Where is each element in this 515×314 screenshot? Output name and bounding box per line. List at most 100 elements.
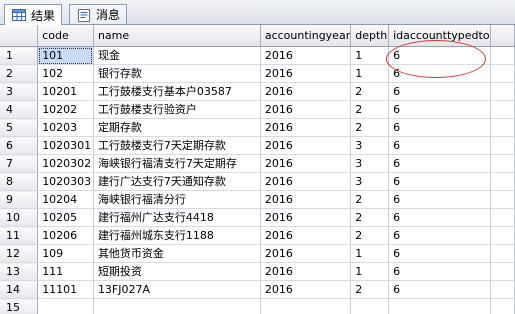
cell-name[interactable]: 13FJ027A (93, 280, 261, 299)
table-row[interactable]: 15 (0, 298, 515, 314)
cell-code[interactable]: 1020301 (37, 136, 94, 155)
cell-idaccounttypedto[interactable] (388, 298, 491, 314)
table-row[interactable]: 1 101 现金 2016 1 6 (0, 46, 515, 65)
table-row[interactable]: 10 10205 建行福州广达支行4418 2016 2 6 (0, 208, 515, 227)
row-number[interactable]: 5 (0, 118, 39, 137)
cell-name[interactable]: 海峡银行福清分行 (93, 190, 261, 209)
row-number[interactable]: 11 (0, 226, 39, 245)
row-number[interactable]: 12 (0, 244, 39, 263)
cell-code[interactable]: 102 (37, 64, 94, 83)
cell-code[interactable]: 109 (37, 244, 94, 263)
table-row[interactable]: 3 10201 工行鼓楼支行基本户03587 2016 2 6 (0, 82, 515, 101)
cell-name[interactable]: 其他货币资金 (93, 244, 261, 263)
cell-name[interactable]: 建行福州城东支行1188 (93, 226, 261, 245)
cell-depth[interactable] (350, 298, 390, 314)
row-number[interactable]: 9 (0, 190, 39, 209)
cell-accountingyear[interactable]: 2016 (260, 100, 352, 119)
corner-cell[interactable] (0, 25, 39, 47)
cell-depth[interactable]: 1 (350, 46, 390, 65)
cell-idaccounttypedto[interactable]: 6 (388, 262, 491, 281)
cell-idaccounttypedto[interactable]: 6 (388, 208, 491, 227)
cell-idaccounttypedto[interactable]: 6 (388, 172, 491, 191)
cell-accountingyear[interactable]: 2016 (260, 136, 352, 155)
cell-name[interactable]: 工行鼓楼支行7天定期存款 (93, 136, 261, 155)
cell-depth[interactable]: 2 (350, 280, 390, 299)
cell-idaccounttypedto[interactable]: 6 (388, 190, 491, 209)
cell-name[interactable]: 工行鼓楼支行基本户03587 (93, 82, 261, 101)
table-row[interactable]: 6 1020301 工行鼓楼支行7天定期存款 2016 3 6 (0, 136, 515, 155)
cell-name[interactable]: 工行鼓楼支行验资户 (93, 100, 261, 119)
cell-depth[interactable]: 2 (350, 118, 390, 137)
cell-name[interactable]: 建行广达支行7天通知存款 (93, 172, 261, 191)
row-number[interactable]: 4 (0, 100, 39, 119)
table-row[interactable]: 11 10206 建行福州城东支行1188 2016 2 6 (0, 226, 515, 245)
cell-accountingyear[interactable]: 2016 (260, 46, 352, 65)
cell-code[interactable]: 10203 (37, 118, 94, 137)
cell-name[interactable]: 建行福州广达支行4418 (93, 208, 261, 227)
cell-accountingyear[interactable]: 2016 (260, 280, 352, 299)
cell-depth[interactable]: 2 (350, 82, 390, 101)
cell-name[interactable]: 现金 (93, 46, 261, 65)
table-row[interactable]: 2 102 银行存款 2016 1 6 (0, 64, 515, 83)
cell-depth[interactable]: 2 (350, 208, 390, 227)
cell-accountingyear[interactable]: 2016 (260, 172, 352, 191)
table-row[interactable]: 8 1020303 建行广达支行7天通知存款 2016 3 6 (0, 172, 515, 191)
cell-depth[interactable]: 1 (350, 64, 390, 83)
cell-depth[interactable]: 3 (350, 136, 390, 155)
cell-accountingyear[interactable]: 2016 (260, 244, 352, 263)
cell-idaccounttypedto[interactable]: 6 (388, 154, 491, 173)
cell-accountingyear[interactable]: 2016 (260, 226, 352, 245)
cell-depth[interactable]: 1 (350, 262, 390, 281)
cell-code[interactable]: 11101 (37, 280, 94, 299)
cell-idaccounttypedto[interactable]: 6 (388, 118, 491, 137)
cell-name[interactable]: 海峡银行福清支行7天定期存 (93, 154, 261, 173)
cell-depth[interactable]: 3 (350, 154, 390, 173)
tab-results[interactable]: 结果 (4, 4, 63, 25)
row-number[interactable]: 8 (0, 172, 39, 191)
table-row[interactable]: 12 109 其他货币资金 2016 1 6 (0, 244, 515, 263)
cell-code[interactable]: 10204 (37, 190, 94, 209)
cell-accountingyear[interactable]: 2016 (260, 208, 352, 227)
cell-idaccounttypedto[interactable]: 6 (388, 136, 491, 155)
table-row[interactable]: 4 10202 工行鼓楼支行验资户 2016 2 6 (0, 100, 515, 119)
cell-accountingyear[interactable]: 2016 (260, 64, 352, 83)
tab-messages[interactable]: 消息 (69, 4, 128, 24)
cell-code[interactable]: 101 (37, 46, 94, 65)
row-number[interactable]: 7 (0, 154, 39, 173)
row-number[interactable]: 3 (0, 82, 39, 101)
cell-idaccounttypedto[interactable]: 6 (388, 100, 491, 119)
cell-idaccounttypedto[interactable]: 6 (388, 226, 491, 245)
column-header-idaccounttypedto[interactable]: idaccounttypedto (388, 25, 491, 47)
cell-accountingyear[interactable]: 2016 (260, 82, 352, 101)
cell-name[interactable] (93, 298, 261, 314)
cell-idaccounttypedto[interactable]: 6 (388, 64, 491, 83)
cell-depth[interactable]: 2 (350, 100, 390, 119)
row-number[interactable]: 14 (0, 280, 39, 299)
cell-accountingyear[interactable]: 2016 (260, 154, 352, 173)
cell-depth[interactable]: 1 (350, 244, 390, 263)
cell-code[interactable]: 1020303 (37, 172, 94, 191)
cell-name[interactable]: 银行存款 (93, 64, 261, 83)
results-grid[interactable]: code name accountingyear depth idaccount… (0, 25, 515, 314)
cell-code[interactable]: 111 (37, 262, 94, 281)
cell-idaccounttypedto[interactable]: 6 (388, 280, 491, 299)
row-number[interactable]: 15 (0, 298, 39, 314)
row-number[interactable]: 1 (0, 46, 39, 65)
cell-idaccounttypedto[interactable]: 6 (388, 46, 491, 65)
cell-idaccounttypedto[interactable]: 6 (388, 244, 491, 263)
cell-name[interactable]: 短期投资 (93, 262, 261, 281)
column-header-code[interactable]: code (37, 25, 94, 47)
cell-code[interactable]: 10206 (37, 226, 94, 245)
cell-accountingyear[interactable]: 2016 (260, 262, 352, 281)
table-row[interactable]: 14 11101 13FJ027A 2016 2 6 (0, 280, 515, 299)
cell-code[interactable] (37, 298, 94, 314)
table-row[interactable]: 7 1020302 海峡银行福清支行7天定期存 2016 3 6 (0, 154, 515, 173)
column-header-accountingyear[interactable]: accountingyear (260, 25, 352, 47)
cell-accountingyear[interactable]: 2016 (260, 118, 352, 137)
row-number[interactable]: 6 (0, 136, 39, 155)
row-number[interactable]: 13 (0, 262, 39, 281)
cell-accountingyear[interactable] (260, 298, 352, 314)
table-row[interactable]: 9 10204 海峡银行福清分行 2016 2 6 (0, 190, 515, 209)
column-header-name[interactable]: name (93, 25, 261, 47)
row-number[interactable]: 2 (0, 64, 39, 83)
